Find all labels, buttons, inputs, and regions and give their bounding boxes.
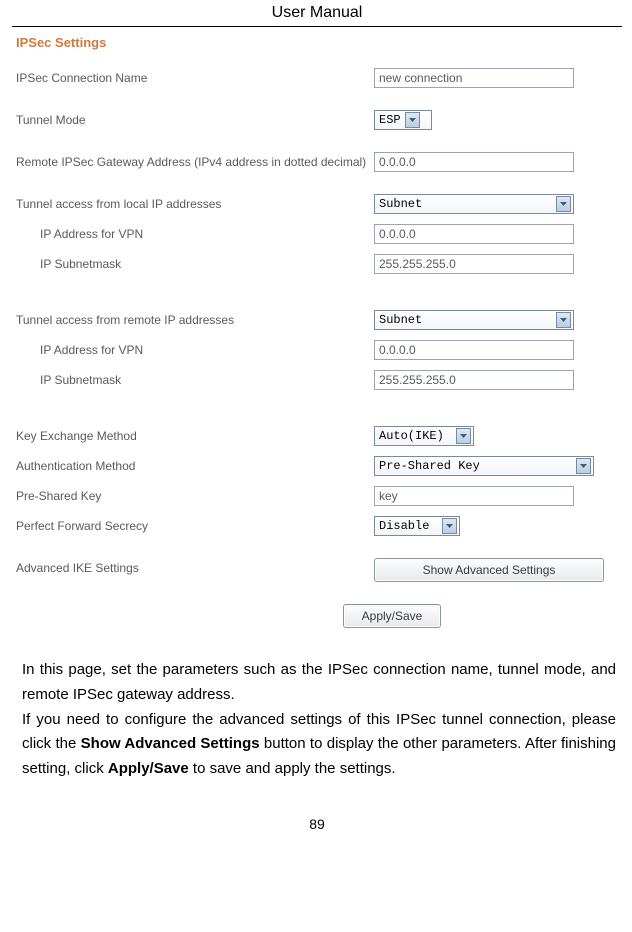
local-ip-input[interactable] [374,224,574,244]
dropdown-arrow-icon [556,196,571,212]
header-divider [12,26,622,27]
remote-access-select[interactable]: Subnet [374,310,574,330]
ipsec-settings-panel: IPSec Settings IPSec Connection Name Tun… [12,33,622,640]
paragraph-1: In this page, set the parameters such as… [22,661,616,703]
pfs-select[interactable]: Disable [374,516,460,536]
local-mask-label: IP Subnetmask [16,254,374,272]
local-access-value: Subnet [379,197,552,211]
tunnel-mode-select[interactable]: ESP [374,110,432,130]
local-ip-label: IP Address for VPN [16,224,374,242]
section-title: IPSec Settings [16,35,618,50]
paragraph-2e: to save and apply the settings. [189,760,396,777]
conn-name-label: IPSec Connection Name [16,68,374,86]
dropdown-arrow-icon [556,312,571,328]
show-advanced-settings-button[interactable]: Show Advanced Settings [374,558,604,582]
tunnel-mode-label: Tunnel Mode [16,110,374,128]
remote-gw-label: Remote IPSec Gateway Address (IPv4 addre… [16,152,374,170]
auth-method-label: Authentication Method [16,456,374,474]
page-header-title: User Manual [12,4,622,22]
description-text: In this page, set the parameters such as… [22,658,616,782]
tunnel-mode-value: ESP [379,113,401,127]
key-exchange-select[interactable]: Auto(IKE) [374,426,474,446]
pfs-value: Disable [379,519,429,533]
apply-save-button[interactable]: Apply/Save [343,604,442,628]
auth-method-value: Pre-Shared Key [379,459,480,473]
key-exchange-label: Key Exchange Method [16,426,374,444]
remote-gw-input[interactable] [374,152,574,172]
dropdown-arrow-icon [405,112,420,128]
paragraph-2b: Show Advanced Settings [81,735,260,752]
pfs-label: Perfect Forward Secrecy [16,516,374,534]
adv-ike-label: Advanced IKE Settings [16,558,374,576]
paragraph-2d: Apply/Save [108,760,189,777]
remote-mask-input[interactable] [374,370,574,390]
remote-access-value: Subnet [379,313,552,327]
dropdown-arrow-icon [442,518,457,534]
psk-label: Pre-Shared Key [16,486,374,504]
remote-access-label: Tunnel access from remote IP addresses [16,310,374,328]
conn-name-input[interactable] [374,68,574,88]
remote-ip-label: IP Address for VPN [16,340,374,358]
psk-input[interactable] [374,486,574,506]
local-access-label: Tunnel access from local IP addresses [16,194,374,212]
key-exchange-value: Auto(IKE) [379,429,444,443]
remote-ip-input[interactable] [374,340,574,360]
dropdown-arrow-icon [576,458,591,474]
page-number: 89 [12,816,622,832]
local-access-select[interactable]: Subnet [374,194,574,214]
dropdown-arrow-icon [456,428,471,444]
remote-mask-label: IP Subnetmask [16,370,374,388]
auth-method-select[interactable]: Pre-Shared Key [374,456,594,476]
local-mask-input[interactable] [374,254,574,274]
